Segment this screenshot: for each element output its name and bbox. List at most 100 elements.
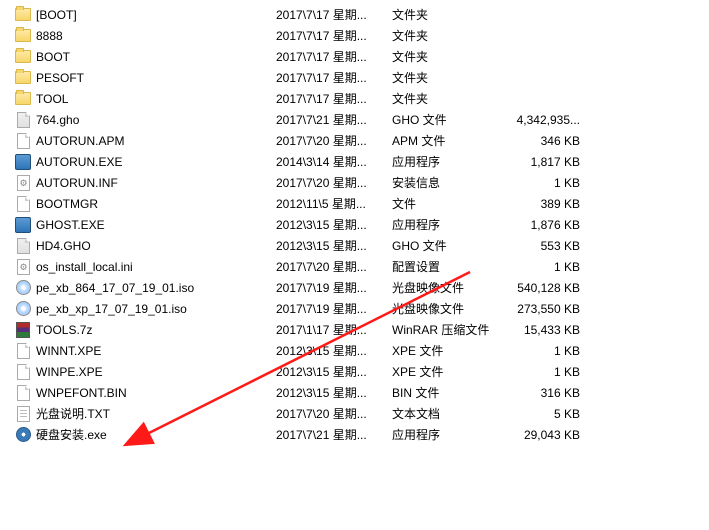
file-date: 2017\7\19 星期...: [276, 279, 392, 296]
file-name: 硬盘安装.exe: [36, 426, 276, 443]
file-date: 2012\3\15 星期...: [276, 237, 392, 254]
file-type: GHO 文件: [392, 237, 510, 254]
file-type: 文件夹: [392, 69, 510, 86]
file-size: 5 KB: [510, 407, 586, 421]
disc-icon: [14, 300, 32, 318]
file-icon: [14, 342, 32, 360]
folder-icon: [14, 90, 32, 108]
file-date: 2017\7\17 星期...: [276, 90, 392, 107]
file-name: AUTORUN.INF: [36, 176, 276, 190]
folder-icon: [14, 48, 32, 66]
file-row[interactable]: GHOST.EXE2012\3\15 星期...应用程序1,876 KB: [0, 214, 709, 235]
file-type: 光盘映像文件: [392, 279, 510, 296]
file-name: 764.gho: [36, 113, 276, 127]
file-date: 2017\7\20 星期...: [276, 258, 392, 275]
file-row[interactable]: 光盘说明.TXT2017\7\20 星期...文本文档5 KB: [0, 403, 709, 424]
file-size: 29,043 KB: [510, 428, 586, 442]
file-row[interactable]: AUTORUN.INF2017\7\20 星期...安装信息1 KB: [0, 172, 709, 193]
file-type: 光盘映像文件: [392, 300, 510, 317]
file-row[interactable]: 764.gho2017\7\21 星期...GHO 文件4,342,935...: [0, 109, 709, 130]
file-type: 应用程序: [392, 216, 510, 233]
file-name: HD4.GHO: [36, 239, 276, 253]
file-date: 2012\3\15 星期...: [276, 384, 392, 401]
file-date: 2017\7\20 星期...: [276, 174, 392, 191]
file-row[interactable]: TOOLS.7z2017\1\17 星期...WinRAR 压缩文件15,433…: [0, 319, 709, 340]
file-name: 光盘说明.TXT: [36, 405, 276, 422]
file-row[interactable]: WINNT.XPE2012\3\15 星期...XPE 文件1 KB: [0, 340, 709, 361]
folder-icon: [14, 27, 32, 45]
file-date: 2017\1\17 星期...: [276, 321, 392, 338]
file-date: 2012\3\15 星期...: [276, 363, 392, 380]
file-row[interactable]: HD4.GHO2012\3\15 星期...GHO 文件553 KB: [0, 235, 709, 256]
file-row[interactable]: PESOFT2017\7\17 星期...文件夹: [0, 67, 709, 88]
file-size: 4,342,935...: [510, 113, 586, 127]
file-type: 文件夹: [392, 48, 510, 65]
txt-icon: [14, 405, 32, 423]
file-type: WinRAR 压缩文件: [392, 321, 510, 338]
file-name: AUTORUN.EXE: [36, 155, 276, 169]
file-icon: [14, 195, 32, 213]
file-name: os_install_local.ini: [36, 260, 276, 274]
exe-icon: [14, 153, 32, 171]
file-name: GHOST.EXE: [36, 218, 276, 232]
file-row[interactable]: TOOL2017\7\17 星期...文件夹: [0, 88, 709, 109]
exe-icon: [14, 216, 32, 234]
file-size: 1,817 KB: [510, 155, 586, 169]
file-size: 1 KB: [510, 344, 586, 358]
file-type: XPE 文件: [392, 363, 510, 380]
file-size: 1 KB: [510, 365, 586, 379]
file-icon: [14, 384, 32, 402]
file-size: 389 KB: [510, 197, 586, 211]
file-date: 2014\3\14 星期...: [276, 153, 392, 170]
file-row[interactable]: AUTORUN.EXE2014\3\14 星期...应用程序1,817 KB: [0, 151, 709, 172]
inf-icon: [14, 258, 32, 276]
file-date: 2017\7\17 星期...: [276, 69, 392, 86]
file-type: BIN 文件: [392, 384, 510, 401]
file-type: GHO 文件: [392, 111, 510, 128]
file-date: 2017\7\21 星期...: [276, 426, 392, 443]
file-row[interactable]: pe_xb_864_17_07_19_01.iso2017\7\19 星期...…: [0, 277, 709, 298]
file-name: WINPE.XPE: [36, 365, 276, 379]
file-date: 2012\11\5 星期...: [276, 195, 392, 212]
file-name: TOOLS.7z: [36, 323, 276, 337]
file-type: 配置设置: [392, 258, 510, 275]
disc-icon: [14, 279, 32, 297]
file-name: BOOT: [36, 50, 276, 64]
install-icon: [14, 426, 32, 444]
file-row[interactable]: WINPE.XPE2012\3\15 星期...XPE 文件1 KB: [0, 361, 709, 382]
rar-icon: [14, 321, 32, 339]
file-type: 文件夹: [392, 6, 510, 23]
file-date: 2017\7\20 星期...: [276, 405, 392, 422]
file-row[interactable]: [BOOT]2017\7\17 星期...文件夹: [0, 4, 709, 25]
file-name: BOOTMGR: [36, 197, 276, 211]
file-row[interactable]: BOOT2017\7\17 星期...文件夹: [0, 46, 709, 67]
file-date: 2017\7\17 星期...: [276, 27, 392, 44]
file-type: 应用程序: [392, 153, 510, 170]
file-icon: [14, 132, 32, 150]
file-row[interactable]: 硬盘安装.exe2017\7\21 星期...应用程序29,043 KB: [0, 424, 709, 445]
file-size: 15,433 KB: [510, 323, 586, 337]
file-row[interactable]: BOOTMGR2012\11\5 星期...文件389 KB: [0, 193, 709, 214]
file-size: 316 KB: [510, 386, 586, 400]
file-type: APM 文件: [392, 132, 510, 149]
file-type: XPE 文件: [392, 342, 510, 359]
file-date: 2012\3\15 星期...: [276, 342, 392, 359]
file-name: WINNT.XPE: [36, 344, 276, 358]
file-list: [BOOT]2017\7\17 星期...文件夹88882017\7\17 星期…: [0, 0, 709, 445]
file-size: 540,128 KB: [510, 281, 586, 295]
file-size: 1 KB: [510, 260, 586, 274]
file-row[interactable]: os_install_local.ini2017\7\20 星期...配置设置1…: [0, 256, 709, 277]
file-row[interactable]: pe_xb_xp_17_07_19_01.iso2017\7\19 星期...光…: [0, 298, 709, 319]
file-row[interactable]: AUTORUN.APM2017\7\20 星期...APM 文件346 KB: [0, 130, 709, 151]
file-row[interactable]: WNPEFONT.BIN2012\3\15 星期...BIN 文件316 KB: [0, 382, 709, 403]
file-name: 8888: [36, 29, 276, 43]
file-date: 2017\7\17 星期...: [276, 48, 392, 65]
file-name: TOOL: [36, 92, 276, 106]
file-name: pe_xb_xp_17_07_19_01.iso: [36, 302, 276, 316]
file-size: 1 KB: [510, 176, 586, 190]
gho-icon: [14, 237, 32, 255]
file-row[interactable]: 88882017\7\17 星期...文件夹: [0, 25, 709, 46]
file-type: 文件: [392, 195, 510, 212]
file-name: PESOFT: [36, 71, 276, 85]
file-size: 346 KB: [510, 134, 586, 148]
